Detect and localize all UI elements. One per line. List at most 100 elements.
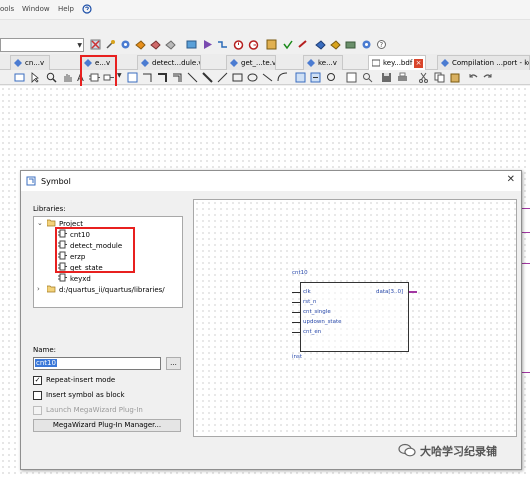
print-icon[interactable] [397,72,408,83]
orthogonal-conduit-tool-icon[interactable] [172,72,183,83]
menu-window[interactable]: Window [22,5,50,13]
input-port-clk: clk [303,289,311,295]
programmer-icon[interactable] [315,39,326,50]
tab-keyxd-bdf[interactable]: key...bdf × [368,55,426,70]
tree-item-libraries-folder[interactable]: d:/quartus_ii/quartus/libraries/ [47,284,165,295]
browse-button[interactable]: ... [166,357,181,370]
menu-bar: ools Window Help [0,0,530,20]
chevron-down-icon[interactable]: ⌄ [37,219,43,227]
name-label: Name: [33,346,57,354]
tab-compilation-report[interactable]: Compilation ...port - keyxd [437,55,530,70]
pin-line [292,332,300,333]
dialog-title-bar: Symbol ✕ [21,171,521,191]
help-topics-icon[interactable]: ? [376,39,387,50]
help-icon[interactable] [82,4,92,14]
tab-cnt10-v[interactable]: cn...v [10,55,50,70]
output-port-data: data[3..0] [376,289,404,295]
compile-icon[interactable] [135,39,146,50]
highlight-symbol-tool [80,55,117,89]
close-icon[interactable]: ✕ [507,174,515,185]
signaltap-icon[interactable] [330,39,341,50]
repeat-insert-checkbox[interactable]: ✓ Repeat-insert mode [33,375,183,386]
assign-icon[interactable] [105,39,116,50]
symbol-icon [58,273,67,282]
line-tool-icon[interactable] [217,72,228,83]
paste-icon[interactable] [450,72,461,83]
tab-get-state-v[interactable]: get_...te.v [226,55,276,70]
symbol-name-input[interactable]: cnt10 [33,357,161,370]
dialog-title: Symbol [41,177,71,186]
symbol-dialog: Symbol ✕ Libraries: ⌄ Project cnt10 dete… [20,170,522,470]
pin-line [292,322,300,323]
rectangle-tool-icon[interactable] [232,72,243,83]
find-icon[interactable] [362,72,373,83]
cut-icon[interactable] [418,72,429,83]
full-screen-icon[interactable] [346,72,357,83]
tab-detect-module-v[interactable]: detect...dule.v [137,55,201,70]
timer-icon[interactable] [248,39,259,50]
chevron-down-icon: ▼ [77,42,82,49]
symbol-dialog-icon [26,176,36,186]
tree-item-keyxd[interactable]: keyxd [58,273,91,284]
folder-icon [47,285,56,293]
undo-icon[interactable] [468,72,479,83]
selection-tool-icon[interactable] [30,72,41,83]
block-tool-icon[interactable] [127,72,138,83]
symbol-name: cnt10 [292,270,308,276]
pin-dropdown-icon[interactable]: ▼ [117,72,122,79]
synthesis-icon[interactable] [165,39,176,50]
megawizard-manager-button[interactable]: MegaWizard Plug-In Manager... [33,419,181,432]
zoom-region-icon[interactable] [326,72,337,83]
rubberbanding-icon[interactable] [295,72,306,83]
diamond-icon [141,59,149,67]
settings-icon[interactable] [361,39,372,50]
orthogonal-node-tool-icon[interactable] [142,72,153,83]
diamond-icon [14,59,22,67]
ellipse-tool-icon[interactable] [247,72,258,83]
symbol-preview: cnt10 clk rst_n cnt_single updown_state … [193,199,517,437]
zoom-tool-icon[interactable] [46,72,57,83]
design-assistant-icon[interactable] [297,39,308,50]
wechat-logo-icon [398,443,416,457]
instance-label: inst [292,354,303,360]
chip-planner-icon[interactable] [266,39,277,50]
timequest-icon[interactable] [233,39,244,50]
timing-icon[interactable] [217,39,228,50]
chevron-right-icon[interactable]: › [37,285,40,293]
menu-help[interactable]: Help [58,5,74,13]
svg-text:?: ? [380,41,384,49]
chip-icon[interactable] [345,39,356,50]
orthogonal-bus-tool-icon[interactable] [157,72,168,83]
diagonal-line-icon[interactable] [262,72,273,83]
folder-open-icon [47,219,56,227]
pin-line [292,292,300,293]
partial-line-select-icon[interactable] [310,72,321,83]
input-port-cnt-en: cnt_en [303,329,322,335]
input-port-rst-n: rst_n [303,299,317,305]
stop-icon[interactable] [90,39,101,50]
redo-icon[interactable] [482,72,493,83]
start-compilation-icon[interactable] [202,39,213,50]
tab-keyxd-v[interactable]: ke...v [303,55,343,70]
diagonal-bus-icon[interactable] [202,72,213,83]
insert-as-block-checkbox[interactable]: Insert symbol as block [33,390,183,401]
block-diagram-icon [372,59,380,67]
netlist-viewer-icon[interactable] [186,39,197,50]
checkmark-icon: ✓ [33,376,42,385]
close-tab-icon[interactable]: × [414,59,423,68]
arc-tool-icon[interactable] [277,72,288,83]
hand-tool-icon[interactable] [62,72,73,83]
detach-window-icon[interactable] [14,72,25,83]
diamond-icon [230,59,238,67]
analysis-icon[interactable] [150,39,161,50]
launch-megawizard-checkbox: Launch MegaWizard Plug-In [33,405,183,416]
watermark-text: 大哈学习纪录铺 [420,445,497,458]
copy-icon[interactable] [434,72,445,83]
highlight-project-symbols [55,227,135,273]
power-icon[interactable] [282,39,293,50]
save-icon[interactable] [381,72,392,83]
menu-tools[interactable]: ools [0,5,14,13]
project-hierarchy-combo[interactable]: ▼ [0,38,84,52]
diagonal-node-icon[interactable] [187,72,198,83]
pin-planner-icon[interactable] [120,39,131,50]
